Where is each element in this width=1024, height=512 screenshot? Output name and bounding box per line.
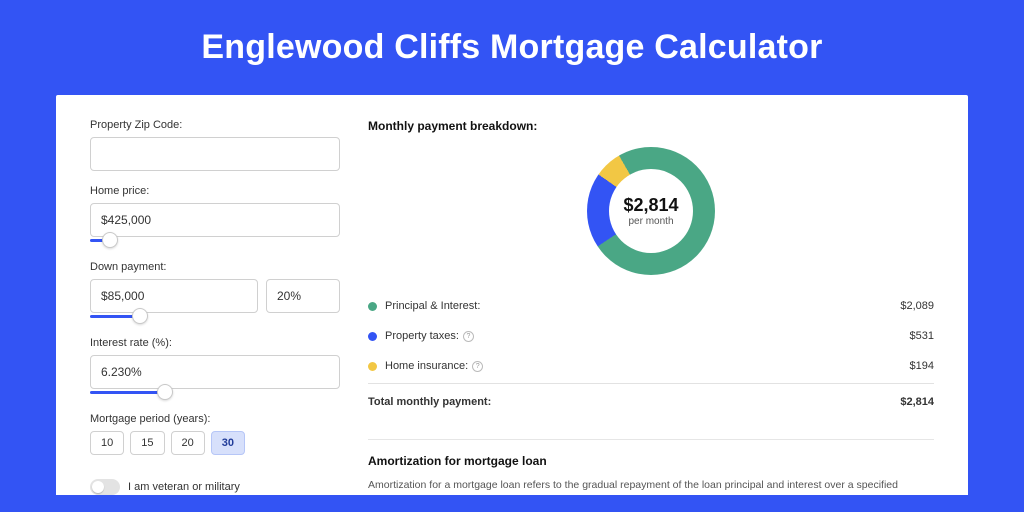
total-value: $2,814 xyxy=(900,396,934,408)
down-slider-thumb[interactable] xyxy=(132,308,148,324)
donut-wrap: $2,814 per month xyxy=(368,133,934,285)
zip-section: Property Zip Code: xyxy=(90,119,340,171)
legend-dot xyxy=(368,332,377,341)
donut-center: $2,814 per month xyxy=(609,169,693,253)
zip-input[interactable] xyxy=(90,137,340,171)
price-section: Home price: xyxy=(90,185,340,247)
calculator-panel: Property Zip Code: Home price: Down paym… xyxy=(56,95,968,495)
rate-slider-thumb[interactable] xyxy=(157,384,173,400)
amort-title: Amortization for mortgage loan xyxy=(368,454,934,468)
period-options: 1015 2030 xyxy=(90,431,340,455)
breakdown-column: Monthly payment breakdown: $2,814 per mo… xyxy=(368,119,934,495)
rate-slider[interactable] xyxy=(90,387,340,399)
price-label: Home price: xyxy=(90,185,340,197)
legend-value: $194 xyxy=(910,360,934,372)
period-option-20[interactable]: 20 xyxy=(171,431,205,455)
rate-slider-fill xyxy=(90,391,165,394)
donut-chart: $2,814 per month xyxy=(587,147,715,275)
veteran-toggle[interactable] xyxy=(90,479,120,495)
legend-label: Property taxes:? xyxy=(385,330,474,342)
legend-row-2: Home insurance:? $194 xyxy=(368,351,934,381)
period-option-15[interactable]: 15 xyxy=(130,431,164,455)
veteran-label: I am veteran or military xyxy=(128,481,240,493)
legend-label: Principal & Interest: xyxy=(385,300,480,312)
inputs-column: Property Zip Code: Home price: Down paym… xyxy=(90,119,340,495)
donut-sub: per month xyxy=(628,216,673,227)
info-icon[interactable]: ? xyxy=(472,361,483,372)
donut-amount: $2,814 xyxy=(623,195,678,216)
legend-dot xyxy=(368,362,377,371)
total-row: Total monthly payment: $2,814 xyxy=(368,383,934,417)
total-label: Total monthly payment: xyxy=(368,396,491,408)
legend-value: $2,089 xyxy=(900,300,934,312)
price-slider-thumb[interactable] xyxy=(102,232,118,248)
info-icon[interactable]: ? xyxy=(463,331,474,342)
rate-input[interactable] xyxy=(90,355,340,389)
down-percent-input[interactable] xyxy=(266,279,340,313)
down-label: Down payment: xyxy=(90,261,340,273)
breakdown-title: Monthly payment breakdown: xyxy=(368,119,934,133)
rate-section: Interest rate (%): xyxy=(90,337,340,399)
down-amount-input[interactable] xyxy=(90,279,258,313)
price-input[interactable] xyxy=(90,203,340,237)
legend-row-1: Property taxes:? $531 xyxy=(368,321,934,351)
rate-label: Interest rate (%): xyxy=(90,337,340,349)
legend: Principal & Interest: $2,089 Property taxe… xyxy=(368,291,934,381)
down-section: Down payment: xyxy=(90,261,340,323)
amortization-section: Amortization for mortgage loan Amortizat… xyxy=(368,439,934,494)
period-section: Mortgage period (years): 1015 2030 xyxy=(90,413,340,455)
toggle-knob xyxy=(92,481,104,493)
zip-label: Property Zip Code: xyxy=(90,119,340,131)
page-title: Englewood Cliffs Mortgage Calculator xyxy=(0,0,1024,67)
veteran-row: I am veteran or military xyxy=(90,479,340,495)
down-slider[interactable] xyxy=(90,311,340,323)
legend-value: $531 xyxy=(910,330,934,342)
period-option-10[interactable]: 10 xyxy=(90,431,124,455)
period-label: Mortgage period (years): xyxy=(90,413,340,425)
legend-row-0: Principal & Interest: $2,089 xyxy=(368,291,934,321)
legend-dot xyxy=(368,302,377,311)
amort-body: Amortization for a mortgage loan refers … xyxy=(368,478,934,494)
legend-label: Home insurance:? xyxy=(385,360,483,372)
period-option-30[interactable]: 30 xyxy=(211,431,245,455)
price-slider[interactable] xyxy=(90,235,340,247)
